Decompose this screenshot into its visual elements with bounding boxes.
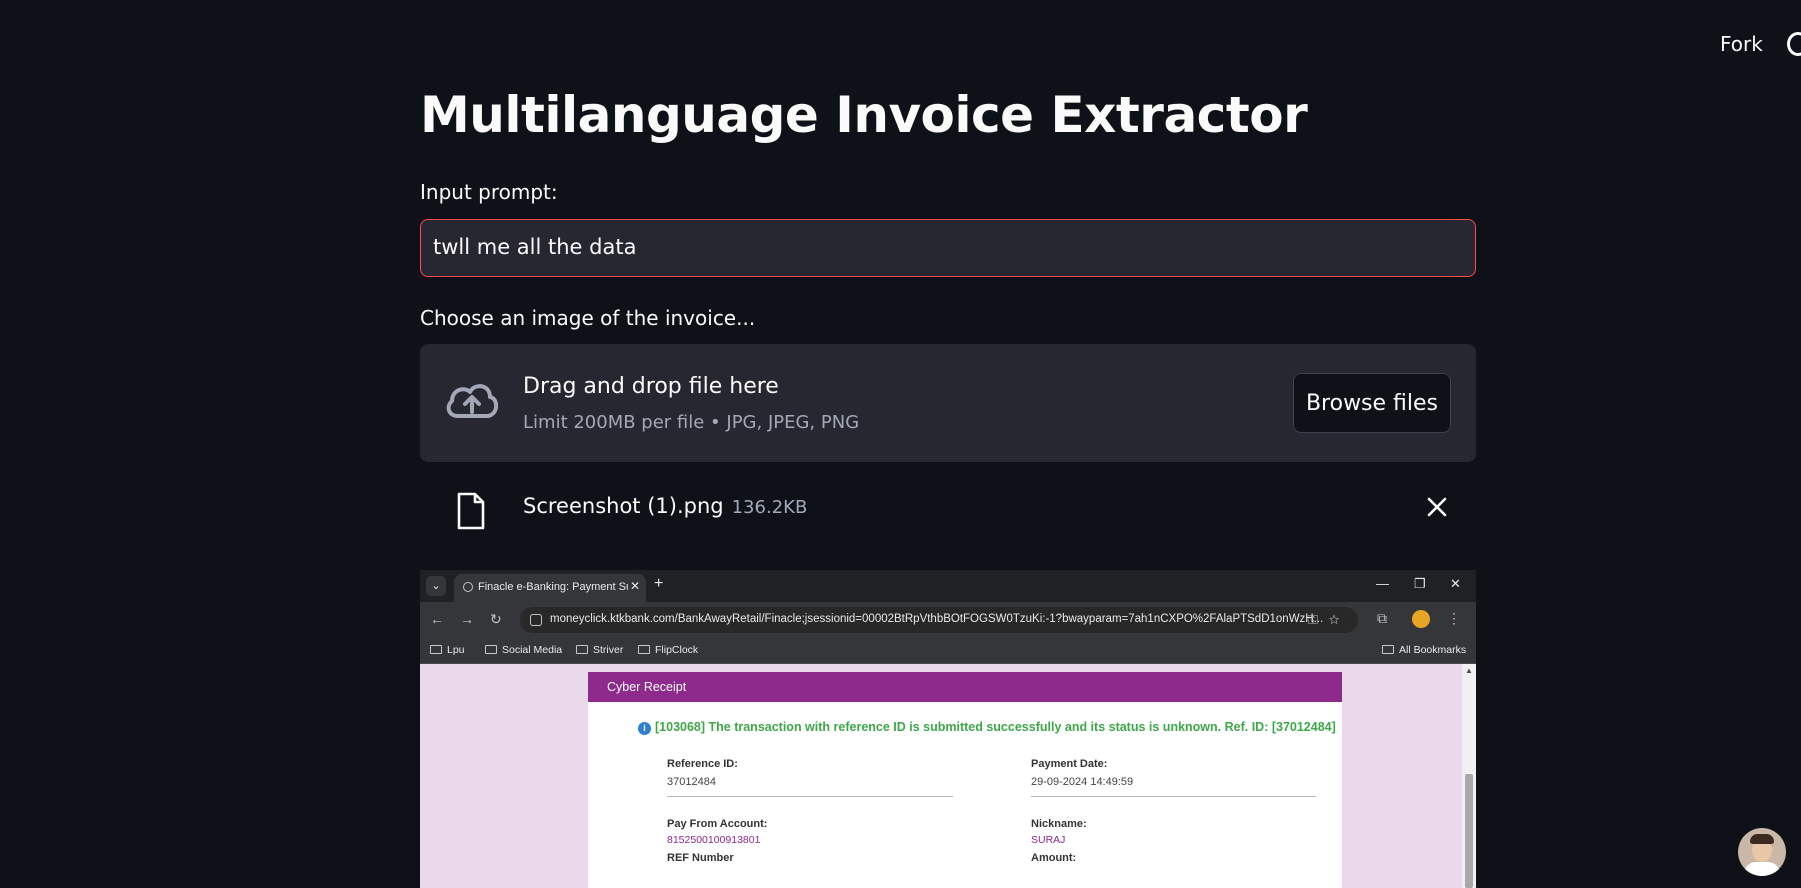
folder-icon — [576, 645, 588, 654]
receipt-page: Cyber Receipt i [103068] The transaction … — [420, 664, 1462, 888]
reload-icon: ↻ — [490, 611, 502, 627]
scrollbar-thumb — [1465, 774, 1473, 888]
browser-tab-strip: ⌄ Finacle e-Banking: Payment Sur ✕ + — ❐… — [420, 570, 1476, 602]
tab-close-icon: ✕ — [630, 579, 641, 593]
scroll-up-icon: ▲ — [1465, 666, 1473, 675]
folder-icon — [430, 645, 442, 654]
page-title: Multilanguage Invoice Extractor — [420, 86, 1308, 144]
payment-date-value: 29-09-2024 14:49:59 — [1031, 776, 1134, 788]
upload-label: Choose an image of the invoice... — [420, 306, 756, 330]
back-icon: ← — [430, 611, 444, 627]
address-url: moneyclick.ktkbank.com/BankAwayRetail/Fi… — [550, 613, 1324, 625]
site-info-icon — [530, 614, 542, 626]
nickname-label: Nickname: — [1031, 818, 1087, 830]
globe-icon — [463, 582, 473, 592]
extensions-icon: ⧉ — [1377, 610, 1387, 626]
payment-date-label: Payment Date: — [1031, 758, 1108, 770]
receipt-status-message: i [103068] The transaction with reference… — [638, 720, 1336, 735]
browser-tab-title: Finacle e-Banking: Payment Sur — [478, 581, 628, 593]
user-avatar[interactable] — [1738, 828, 1786, 876]
profile-avatar — [1412, 610, 1430, 628]
dropzone-limits: Limit 200MB per file • JPG, JPEG, PNG — [523, 412, 860, 433]
uploaded-file-row: Screenshot (1).png 136.2KB — [420, 480, 1476, 540]
divider — [1031, 796, 1316, 797]
browse-files-button[interactable]: Browse files — [1293, 373, 1451, 433]
nickname-value: SURAJ — [1031, 834, 1066, 846]
folder-icon — [1382, 645, 1394, 654]
tab-search-icon: ⌄ — [426, 576, 446, 596]
reference-id-value: 37012484 — [667, 776, 716, 788]
top-bar: Fork — [0, 0, 1801, 90]
cyber-receipt: Cyber Receipt i [103068] The transaction … — [588, 672, 1342, 888]
reference-id-label: Reference ID: — [667, 758, 738, 770]
file-icon — [457, 492, 485, 530]
receipt-title: Cyber Receipt — [607, 680, 687, 694]
divider — [667, 796, 953, 797]
pay-from-value: 8152500100913801 — [667, 834, 761, 846]
bookmark-item: Striver — [576, 644, 623, 656]
uploaded-file-name: Screenshot (1).png — [523, 494, 724, 518]
browser-tab: Finacle e-Banking: Payment Sur ✕ — [454, 574, 646, 602]
bookmark-item: Social Media — [485, 644, 562, 656]
info-icon: i — [638, 722, 651, 735]
restore-icon: ❐ — [1414, 576, 1426, 591]
uploaded-image-preview: ⌄ Finacle e-Banking: Payment Sur ✕ + — ❐… — [420, 570, 1476, 888]
fork-link[interactable]: Fork — [1720, 32, 1763, 56]
browser-menu-icon: ⋮ — [1447, 610, 1461, 626]
file-dropzone[interactable]: Drag and drop file here Limit 200MB per … — [420, 344, 1476, 462]
prompt-input[interactable]: twll me all the data — [420, 219, 1476, 277]
all-bookmarks: All Bookmarks — [1382, 644, 1466, 656]
uploaded-file-size: 136.2KB — [731, 497, 808, 518]
window-close-icon: ✕ — [1450, 576, 1461, 591]
remove-file-icon[interactable] — [1424, 494, 1450, 520]
browser-address-row: ← → ↻ moneyclick.ktkbank.com/BankAwayRet… — [420, 602, 1476, 638]
forward-icon: → — [460, 611, 474, 627]
folder-icon — [485, 645, 497, 654]
amount-label: Amount: — [1031, 852, 1077, 864]
prompt-label: Input prompt: — [420, 180, 558, 204]
ref-number-label: REF Number — [667, 852, 734, 864]
github-icon[interactable] — [1787, 32, 1801, 56]
address-bar-icons: ⚿ ☆ — [1308, 612, 1340, 627]
bookmarks-bar: Lpu Social Media Striver FlipClock All B… — [420, 638, 1476, 664]
address-bar: moneyclick.ktkbank.com/BankAwayRetail/Fi… — [520, 607, 1358, 633]
minimize-icon: — — [1376, 576, 1389, 591]
dropzone-title: Drag and drop file here — [523, 374, 779, 399]
receipt-header: Cyber Receipt — [588, 672, 1342, 702]
bookmark-item: Lpu — [430, 644, 465, 656]
cloud-upload-icon — [446, 384, 499, 418]
new-tab-icon: + — [654, 575, 664, 592]
page-scrollbar: ▲ — [1462, 664, 1476, 888]
bookmark-item: FlipClock — [638, 644, 698, 656]
uploaded-file-info: Screenshot (1).png 136.2KB — [523, 494, 807, 518]
flipclock-icon — [638, 645, 650, 654]
pay-from-label: Pay From Account: — [667, 818, 768, 830]
